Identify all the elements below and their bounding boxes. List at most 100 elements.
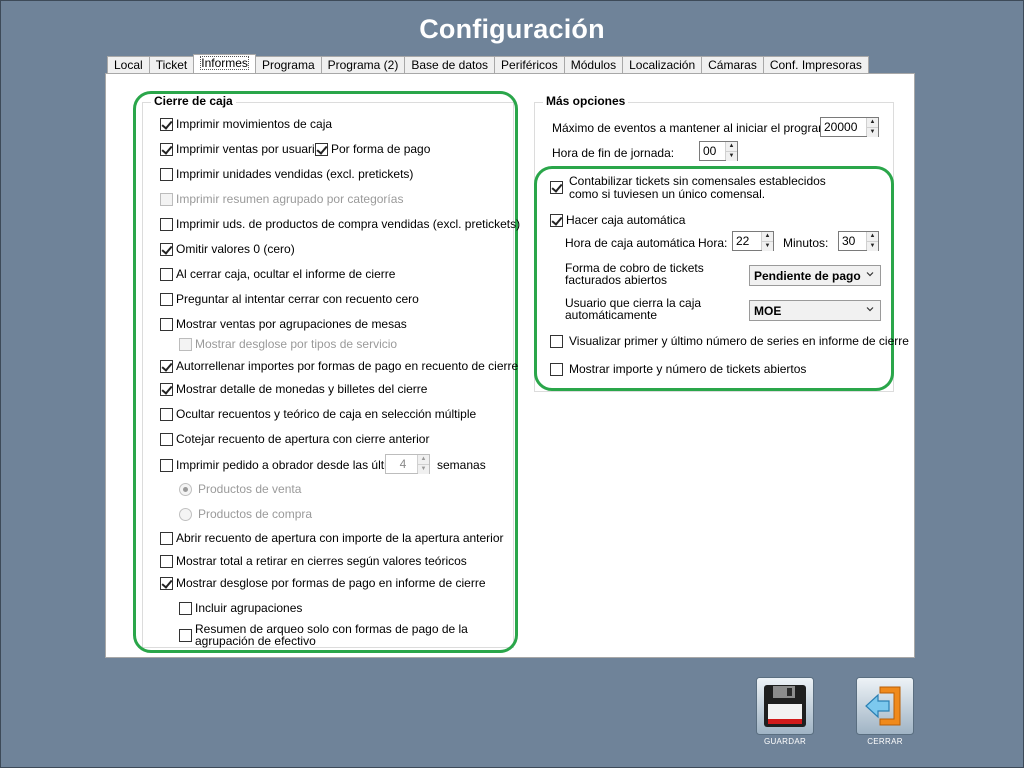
spin-down-icon[interactable]: ▼ xyxy=(418,464,429,474)
spin-up-icon[interactable]: ▲ xyxy=(418,455,429,464)
cb-mostrar-detalle-monedas[interactable]: Mostrar detalle de monedas y billetes de… xyxy=(160,381,427,397)
checkbox[interactable] xyxy=(160,292,173,306)
radio xyxy=(179,507,192,521)
tab-programa[interactable]: Programa xyxy=(254,56,322,73)
checkbox[interactable] xyxy=(160,359,173,373)
checkbox[interactable] xyxy=(550,334,563,348)
checkbox[interactable] xyxy=(160,554,173,568)
checkbox[interactable] xyxy=(160,117,173,131)
cb-mostrar-total[interactable]: Mostrar total a retirar en cierres según… xyxy=(160,553,467,569)
label: Hacer caja automática xyxy=(566,213,686,227)
tab-base-de-datos[interactable]: Base de datos xyxy=(404,56,496,73)
checkbox[interactable] xyxy=(550,213,563,227)
minutos-label: Minutos: xyxy=(783,236,829,250)
label: Autorrellenar importes por formas de pag… xyxy=(176,359,519,373)
cb-mostrar-ventas-mesas[interactable]: Mostrar ventas por agrupaciones de mesas xyxy=(160,316,407,332)
checkbox[interactable] xyxy=(179,601,192,615)
cb-mostrar-importe[interactable]: Mostrar importe y número de tickets abie… xyxy=(550,361,806,377)
spin-down-icon[interactable]: ▼ xyxy=(762,241,773,251)
cb-cotejar[interactable]: Cotejar recuento de apertura con cierre … xyxy=(160,431,429,447)
cb-al-cerrar[interactable]: Al cerrar caja, ocultar el informe de ci… xyxy=(160,266,395,282)
label: Preguntar al intentar cerrar con recuent… xyxy=(176,292,419,306)
cb-abrir-recuento[interactable]: Abrir recuento de apertura con importe d… xyxy=(160,530,504,546)
cb-contabilizar[interactable]: Contabilizar tickets sin comensales esta… xyxy=(550,175,839,201)
checkbox[interactable] xyxy=(160,142,173,156)
cb-mostrar-desglose-formas[interactable]: Mostrar desglose por formas de pago en i… xyxy=(160,575,486,591)
chevron-down-icon xyxy=(866,272,874,277)
tab-localizacion[interactable]: Localización xyxy=(622,56,703,73)
label: Imprimir ventas por usuario xyxy=(176,142,322,156)
forma-cobro-select[interactable]: Pendiente de pago xyxy=(749,265,881,286)
checkbox[interactable] xyxy=(160,458,173,472)
cb-imprimir-unidades[interactable]: Imprimir unidades vendidas (excl. pretic… xyxy=(160,166,413,182)
spin-up-icon[interactable]: ▲ xyxy=(762,232,773,241)
tab-informes[interactable]: Informes xyxy=(193,54,256,73)
checkbox[interactable] xyxy=(160,407,173,421)
spin-down-icon[interactable]: ▼ xyxy=(867,241,878,251)
minutos-value: 30 xyxy=(842,234,856,248)
hora-spinner[interactable]: 22 ▲ ▼ xyxy=(732,231,774,251)
checkbox[interactable] xyxy=(160,267,173,281)
forma-cobro-value: Pendiente de pago xyxy=(754,268,861,283)
checkbox[interactable] xyxy=(160,242,173,256)
spin-up-icon[interactable]: ▲ xyxy=(867,118,878,127)
spinner-arrows[interactable]: ▲ ▼ xyxy=(866,232,878,251)
tab-programa-2[interactable]: Programa (2) xyxy=(320,56,406,73)
checkbox[interactable] xyxy=(160,531,173,545)
max-eventos-label: Máximo de eventos a mantener al iniciar … xyxy=(552,121,839,135)
cb-preguntar[interactable]: Preguntar al intentar cerrar con recuent… xyxy=(160,291,419,307)
checkbox[interactable] xyxy=(160,217,173,231)
hora-fin-spinner[interactable]: 00 ▲ ▼ xyxy=(699,141,738,161)
cb-hacer-caja[interactable]: Hacer caja automática xyxy=(550,212,685,228)
spinner-arrows[interactable]: ▲ ▼ xyxy=(725,142,737,161)
spin-down-icon[interactable]: ▼ xyxy=(726,151,737,161)
checkbox[interactable] xyxy=(160,317,173,331)
label: Imprimir resumen agrupado por categorías xyxy=(176,192,404,206)
tab-local[interactable]: Local xyxy=(107,56,150,73)
label: Mostrar desglose por tipos de servicio xyxy=(195,337,398,351)
checkbox[interactable] xyxy=(160,167,173,181)
checkbox[interactable] xyxy=(550,362,563,376)
cb-imprimir-movimientos[interactable]: Imprimir movimientos de caja xyxy=(160,116,332,132)
usuario-label: Usuario que cierra la caja automáticamen… xyxy=(565,296,702,322)
checkbox[interactable] xyxy=(160,576,173,590)
spinner-arrows[interactable]: ▲ ▼ xyxy=(866,118,878,137)
checkbox[interactable] xyxy=(160,432,173,446)
cb-imprimir-ventas-usuario[interactable]: Imprimir ventas por usuario xyxy=(160,141,321,157)
usuario-value: MOE xyxy=(754,303,782,318)
tab-conf-impresoras[interactable]: Conf. Impresoras xyxy=(762,56,869,73)
cb-imprimir-pedido[interactable]: Imprimir pedido a obrador desde las últi… xyxy=(160,457,409,473)
tab-perifericos[interactable]: Periféricos xyxy=(494,56,565,73)
hora-fin-value: 00 xyxy=(703,144,717,158)
semanas-spinner[interactable]: 4 ▲ ▼ xyxy=(385,454,430,474)
tab-ticket[interactable]: Ticket xyxy=(148,56,195,73)
cb-ocultar-recuentos[interactable]: Ocultar recuentos y teórico de caja en s… xyxy=(160,406,476,422)
cb-por-forma-pago[interactable]: Por forma de pago xyxy=(315,141,430,157)
cb-resumen-arqueo[interactable]: Resumen de arqueo solo con formas de pag… xyxy=(179,623,495,649)
max-eventos-spinner[interactable]: 20000 ▲ ▼ xyxy=(820,117,879,137)
label: Mostrar detalle de monedas y billetes de… xyxy=(176,382,428,396)
guardar-button[interactable] xyxy=(756,677,814,735)
cb-imprimir-uds-compra[interactable]: Imprimir uds. de productos de compra ven… xyxy=(160,216,520,232)
checkbox[interactable] xyxy=(160,382,173,396)
spinner-arrows[interactable]: ▲ ▼ xyxy=(761,232,773,251)
cb-visualizar[interactable]: Visualizar primer y último número de ser… xyxy=(550,333,909,349)
tab-camaras[interactable]: Cámaras xyxy=(701,56,764,73)
spin-up-icon[interactable]: ▲ xyxy=(726,142,737,151)
spin-down-icon[interactable]: ▼ xyxy=(867,127,878,137)
checkbox[interactable] xyxy=(550,181,563,194)
checkbox[interactable] xyxy=(315,142,328,156)
usuario-select[interactable]: MOE xyxy=(749,300,881,321)
spin-up-icon[interactable]: ▲ xyxy=(867,232,878,241)
cerrar-button[interactable] xyxy=(856,677,914,735)
spinner-arrows[interactable]: ▲ ▼ xyxy=(417,455,429,474)
cb-autorrellenar[interactable]: Autorrellenar importes por formas de pag… xyxy=(160,358,518,374)
cb-incluir-agrupaciones[interactable]: Incluir agrupaciones xyxy=(179,600,302,616)
floppy-disk-icon xyxy=(756,677,814,735)
forma-cobro-label: Forma de cobro de tickets facturados abi… xyxy=(565,261,704,287)
checkbox[interactable] xyxy=(179,629,192,642)
mas-opciones-title: Más opciones xyxy=(543,94,629,108)
tab-modulos[interactable]: Módulos xyxy=(563,56,624,73)
minutos-spinner[interactable]: 30 ▲ ▼ xyxy=(838,231,879,251)
cb-omitir-valores[interactable]: Omitir valores 0 (cero) xyxy=(160,241,295,257)
